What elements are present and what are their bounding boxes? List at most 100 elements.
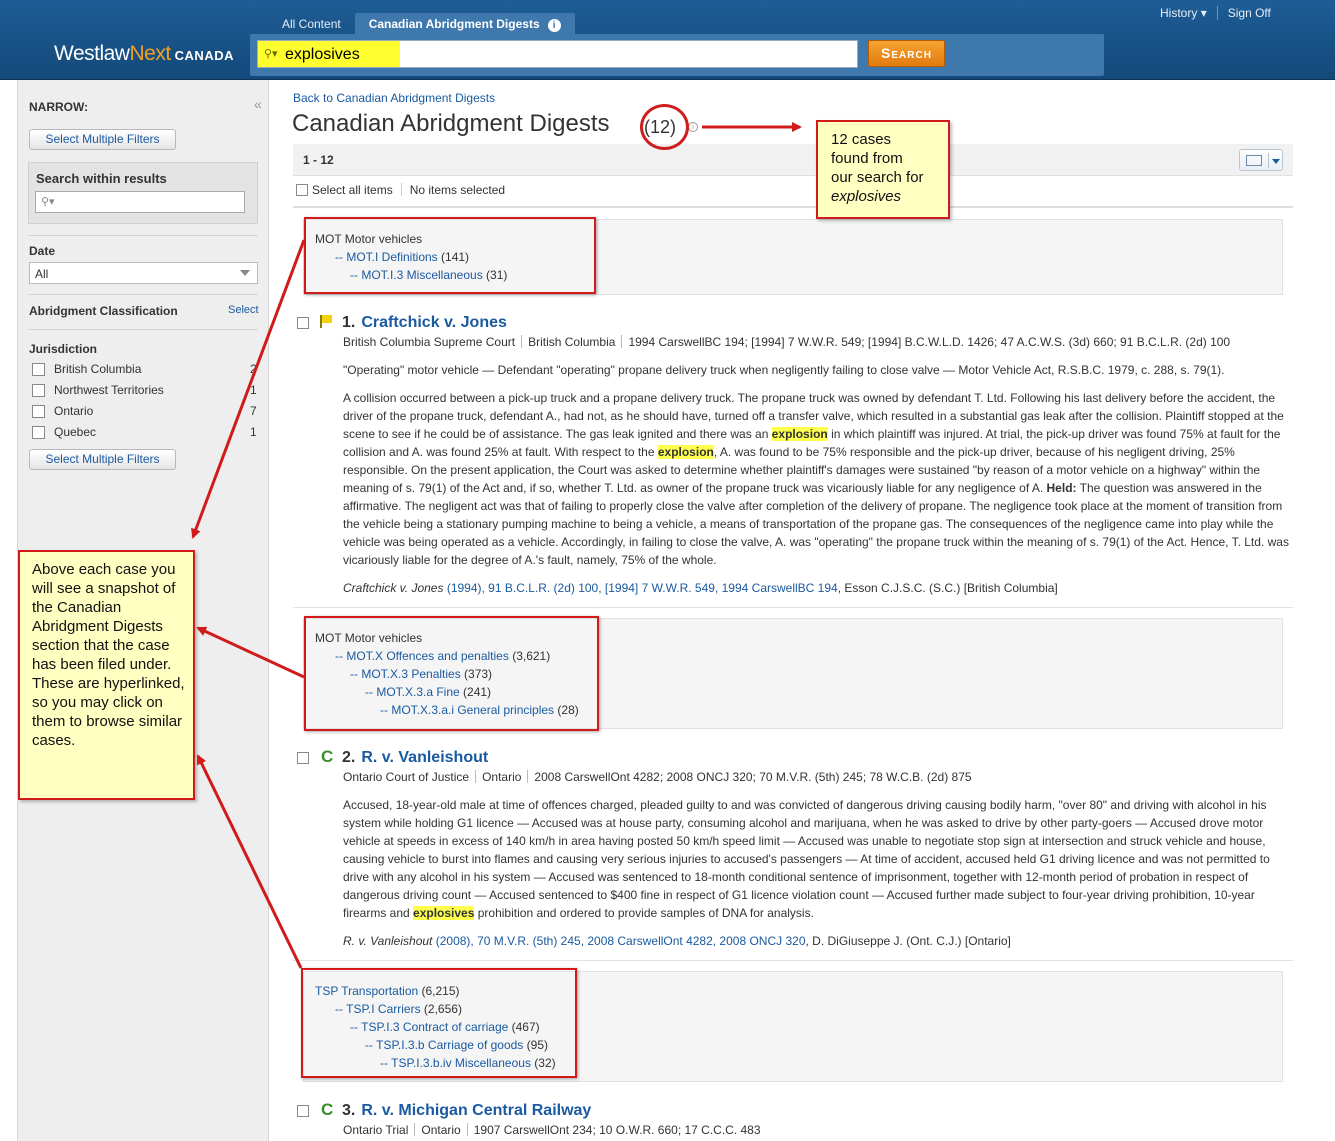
back-link[interactable]: Back to Canadian Abridgment Digests xyxy=(293,91,495,105)
selection-status: No items selected xyxy=(409,183,506,197)
callout-line: our search for xyxy=(831,169,924,186)
collapse-sidebar-icon[interactable]: « xyxy=(254,96,262,112)
checkbox[interactable] xyxy=(32,384,45,397)
divider xyxy=(293,206,1293,208)
classification-label: Abridgment Classification xyxy=(29,304,178,318)
keycite-c-icon[interactable]: C xyxy=(321,747,333,767)
logo-westlaw: Westlaw xyxy=(54,42,130,65)
divider xyxy=(521,335,523,348)
date-label: Date xyxy=(29,244,56,258)
app-header: All Content Canadian Abridgment Digests i… xyxy=(0,0,1335,80)
callout-line: found from xyxy=(831,150,903,167)
jurisdiction-count: 7 xyxy=(250,404,257,418)
divider xyxy=(475,770,477,783)
checkbox[interactable] xyxy=(32,405,45,418)
case-meta: British Columbia Supreme Court British Co… xyxy=(343,335,1230,349)
jurisdiction-label: Jurisdiction xyxy=(29,342,98,356)
count-callout: 12 cases found from our search for explo… xyxy=(816,120,950,219)
case-citation: R. v. Vanleishout (2008), 70 M.V.R. (5th… xyxy=(343,934,1011,948)
divider xyxy=(1268,153,1269,168)
jurisdiction-filter-quebec[interactable]: Quebec 1 xyxy=(32,424,262,442)
search-button[interactable]: Search xyxy=(868,40,945,67)
case-jurisdiction: Ontario xyxy=(482,770,522,784)
case-title-link[interactable]: R. v. Vanleishout xyxy=(361,749,488,766)
jurisdiction-filter-northwest-territories[interactable]: Northwest Territories 1 xyxy=(32,382,262,400)
tab-label: Canadian Abridgment Digests xyxy=(368,17,540,31)
logo[interactable]: WestlawNext CANADA xyxy=(54,42,234,66)
checkbox[interactable] xyxy=(32,363,45,376)
callout-line: 12 cases xyxy=(831,131,892,148)
case-court: Ontario Court of Justice xyxy=(343,770,470,784)
citation-judge: , D. DiGiuseppe J. (Ont. C.J.) [Ontario] xyxy=(805,934,1011,948)
search-input[interactable]: ⚲▾ explosives xyxy=(257,40,858,68)
select-multiple-filters-button[interactable]: Select Multiple Filters xyxy=(29,449,176,470)
divider xyxy=(400,183,402,196)
info-icon[interactable]: i xyxy=(688,122,698,132)
chevron-down-icon[interactable] xyxy=(1272,159,1280,164)
divider xyxy=(527,770,529,783)
chevron-down-icon: ▾ xyxy=(1200,6,1207,20)
search-within-label: Search within results xyxy=(36,171,167,186)
logo-next: Next xyxy=(129,42,171,65)
citation-links[interactable]: (1994), 91 B.C.L.R. (2d) 100, [1994] 7 W… xyxy=(443,581,838,595)
select-all-row: Select all items No items selected xyxy=(296,183,505,197)
jurisdiction-name: Ontario xyxy=(54,404,94,418)
case-checkbox[interactable] xyxy=(297,1105,309,1117)
case-summary: A collision occurred between a pick-up t… xyxy=(343,389,1295,569)
date-value: All xyxy=(35,267,49,281)
search-within-input[interactable]: ⚲▾ xyxy=(35,191,245,213)
logo-region: CANADA xyxy=(174,48,234,63)
tab-all-content[interactable]: All Content xyxy=(268,13,355,34)
search-query[interactable]: explosives xyxy=(285,46,360,64)
results-range: 1 - 12 xyxy=(303,153,334,167)
summary-text: Accused, 18-year-old male at time of off… xyxy=(343,798,1270,920)
case-title-link[interactable]: R. v. Michigan Central Railway xyxy=(361,1102,591,1119)
divider xyxy=(28,329,258,330)
chevron-down-icon xyxy=(240,270,250,276)
case-number: 2. xyxy=(342,749,356,766)
search-icon: ⚲▾ xyxy=(41,196,55,208)
page-title: Canadian Abridgment Digests xyxy=(292,110,610,137)
sign-off-link[interactable]: Sign Off xyxy=(1228,6,1271,20)
case-headnote: "Operating" motor vehicle — Defendant "o… xyxy=(343,363,1225,377)
citation-case-name: Craftchick v. Jones xyxy=(343,581,444,595)
tab-canadian-abridgment-digests[interactable]: Canadian Abridgment Digests i xyxy=(354,13,575,34)
select-all-checkbox[interactable] xyxy=(296,184,308,196)
select-all-label[interactable]: Select all items xyxy=(312,183,393,197)
citation-links[interactable]: (2008), 70 M.V.R. (5th) 245, 2008 Carswe… xyxy=(432,934,806,948)
classification-select-link[interactable]: Select xyxy=(228,304,259,316)
jurisdiction-filter-ontario[interactable]: Ontario 7 xyxy=(32,403,262,421)
yellow-flag-icon[interactable] xyxy=(320,315,332,328)
flag-cloth xyxy=(322,315,332,323)
case-court: British Columbia Supreme Court xyxy=(343,335,516,349)
held-label: Held: xyxy=(1046,481,1077,495)
case-checkbox[interactable] xyxy=(297,752,309,764)
keycite-c-icon[interactable]: C xyxy=(321,1100,333,1120)
digest-callout: Above each case you will see a snapshot … xyxy=(18,550,195,800)
top-links: History ▾ Sign Off xyxy=(1160,6,1271,20)
divider xyxy=(1216,6,1218,20)
divider xyxy=(293,960,1293,961)
annotation-circle xyxy=(640,104,689,150)
divider xyxy=(28,235,258,236)
case-summary: Accused, 18-year-old male at time of off… xyxy=(343,796,1295,922)
jurisdiction-filter-british-columbia[interactable]: British Columbia 2 xyxy=(32,361,262,379)
select-multiple-filters-button[interactable]: Select Multiple Filters xyxy=(29,129,176,150)
checkbox[interactable] xyxy=(32,426,45,439)
info-icon[interactable]: i xyxy=(547,19,561,32)
date-select[interactable]: All xyxy=(29,262,258,284)
citation-judge: , Esson C.J.S.C. (S.C.) [British Columbi… xyxy=(837,581,1058,595)
history-menu[interactable]: History ▾ xyxy=(1160,6,1207,20)
jurisdiction-name: British Columbia xyxy=(54,362,142,376)
case-court: Ontario Trial xyxy=(343,1123,409,1137)
case-jurisdiction: Ontario xyxy=(421,1123,461,1137)
email-button[interactable] xyxy=(1239,149,1283,171)
divider xyxy=(28,294,258,295)
jurisdiction-count: 1 xyxy=(250,383,257,397)
summary-text: prohibition and ordered to provide sampl… xyxy=(474,906,814,920)
case-title-link[interactable]: Craftchick v. Jones xyxy=(361,314,507,331)
search-icon[interactable]: ⚲▾ xyxy=(264,47,278,60)
history-label: History xyxy=(1160,6,1198,20)
case-checkbox[interactable] xyxy=(297,317,309,329)
search-within-results: Search within results ⚲▾ xyxy=(28,162,258,224)
